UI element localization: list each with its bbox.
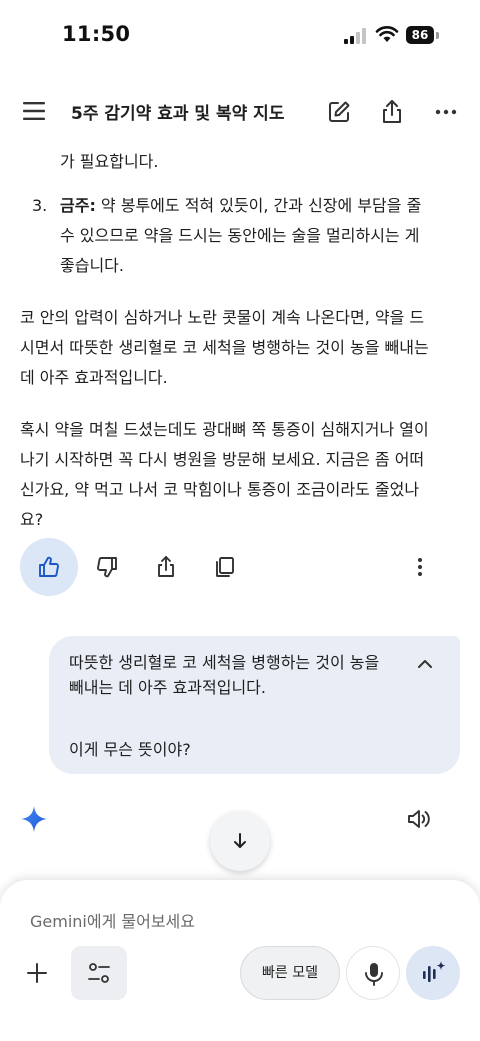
- wifi-icon: [375, 26, 399, 42]
- response-paragraph-2: 혹시 약을 며칠 드셨는데도 광대뼈 쪽 통증이 심해지거나 열이 나기 시작하…: [20, 415, 464, 535]
- arrow-down-icon: [234, 833, 246, 848]
- read-aloud-icon[interactable]: [406, 806, 432, 832]
- app-header: 5주 감기약 효과 및 복약 지도: [0, 88, 480, 136]
- new-chat-edit-icon[interactable]: [325, 98, 353, 126]
- input-panel: 빠른 모델: [0, 880, 480, 1041]
- list-item-text-1: 약 봉투에도 적혀 있듯이, 간과 신장에 부담을 줄: [95, 196, 422, 215]
- paragraph-line: 코 안의 압력이 심하거나 노란 콧물이 계속 나온다면, 약을 드: [20, 308, 425, 327]
- list-item-text-2: 수 있으므로 약을 드시는 동안에는 술을 멀리하시는 게: [60, 226, 420, 245]
- tools-sliders-icon: [88, 963, 110, 983]
- battery-indicator: 86: [406, 26, 434, 44]
- share-icon[interactable]: [378, 98, 406, 126]
- response-paragraph-1: 코 안의 압력이 심하거나 노란 콧물이 계속 나온다면, 약을 드 시면서 따…: [20, 303, 464, 393]
- quoted-text: 따뜻한 생리혈로 코 세척을 병행하는 것이 농을 빼내는 데 아주 효과적입니…: [69, 650, 409, 700]
- model-selector-button[interactable]: 빠른 모델: [240, 946, 340, 1000]
- user-question: 이게 무슨 뜻이야?: [69, 740, 191, 759]
- user-message-bubble[interactable]: 따뜻한 생리혈로 코 세척을 병행하는 것이 농을 빼내는 데 아주 효과적입니…: [49, 636, 460, 774]
- response-actions: [0, 538, 480, 598]
- more-options-icon[interactable]: [432, 98, 460, 126]
- battery-tip: [436, 32, 439, 39]
- list-item-heading: 금주:: [60, 196, 96, 215]
- list-item-body: 금주: 약 봉투에도 적혀 있듯이, 간과 신장에 부담을 줄 수 있으므로 약…: [60, 191, 455, 281]
- gemini-live-button[interactable]: [406, 946, 460, 1000]
- paragraph-line: 시면서 따뜻한 생리혈로 코 세척을 병행하는 것이 농을 빼내는: [20, 338, 429, 357]
- live-waveform-icon: [423, 961, 446, 982]
- response-continuation-line: 가 필요합니다.: [60, 152, 159, 171]
- share-response-icon[interactable]: [154, 555, 178, 579]
- quoted-line: 따뜻한 생리혈로 코 세척을 병행하는 것이 농을: [69, 653, 380, 672]
- cellular-signal-icon: [344, 28, 366, 44]
- status-time: 11:50: [62, 22, 131, 46]
- thumbs-down-icon[interactable]: [95, 555, 119, 579]
- copy-icon[interactable]: [213, 555, 237, 579]
- chevron-up-icon[interactable]: [415, 654, 435, 674]
- list-item-text-3: 좋습니다.: [60, 256, 124, 275]
- paragraph-line: 신가요, 약 먹고 나서 코 막힘이나 통증이 조금이라도 줄었나: [20, 480, 420, 499]
- paragraph-line: 혹시 약을 며칠 드셨는데도 광대뼈 쪽 통증이 심해지거나 열이: [20, 420, 429, 439]
- list-number: 3.: [32, 196, 48, 215]
- status-bar: 11:50 86: [0, 0, 480, 70]
- chat-title[interactable]: 5주 감기약 효과 및 복약 지도: [71, 99, 284, 124]
- good-response-button[interactable]: [20, 538, 78, 596]
- microphone-button[interactable]: [346, 946, 400, 1000]
- scroll-to-bottom-button[interactable]: [210, 811, 270, 871]
- gemini-sparkle-icon: [21, 806, 47, 832]
- menu-icon[interactable]: [22, 100, 48, 122]
- add-attachment-icon[interactable]: [24, 960, 50, 986]
- response-more-icon[interactable]: [408, 555, 432, 579]
- paragraph-line: 데 아주 효과적입니다.: [20, 368, 168, 387]
- quoted-line: 빼내는 데 아주 효과적입니다.: [69, 678, 266, 697]
- tools-button[interactable]: [71, 946, 127, 1000]
- paragraph-line: 나기 시작하면 꼭 다시 병원을 방문해 보세요. 지금은 좀 어떠: [20, 450, 425, 469]
- paragraph-line: 요?: [20, 510, 44, 529]
- thumbs-up-icon: [39, 556, 59, 577]
- prompt-input[interactable]: [30, 908, 430, 934]
- microphone-icon: [365, 963, 383, 986]
